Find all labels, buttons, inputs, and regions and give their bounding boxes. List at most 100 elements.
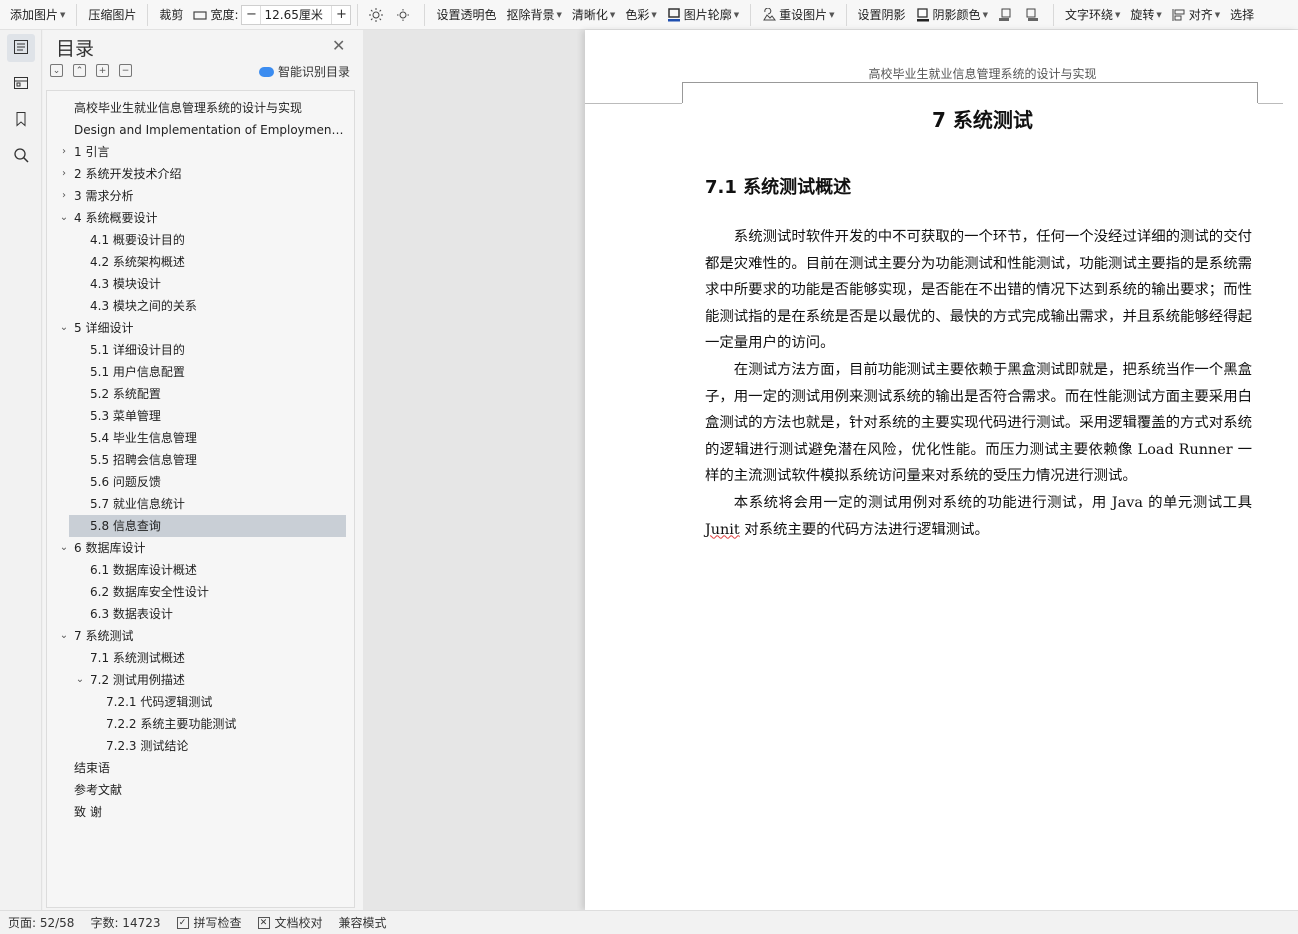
toc-item[interactable]: 4.3 模块设计: [47, 273, 354, 295]
toc-item[interactable]: 5.4 毕业生信息管理: [47, 427, 354, 449]
toc-item[interactable]: 6.1 数据库设计概述: [47, 559, 354, 581]
toc-item[interactable]: 5.5 招聘会信息管理: [47, 449, 354, 471]
doc-proof-button[interactable]: ✕ 文档校对: [250, 914, 331, 931]
reset-image-button[interactable]: 重设图片 ▼: [757, 4, 839, 26]
toc-item[interactable]: 5.2 系统配置: [47, 383, 354, 405]
color-button[interactable]: 色彩 ▼: [620, 4, 661, 26]
toc-item[interactable]: Design and Implementation of Employment.…: [47, 119, 354, 141]
crop-label: 裁剪: [159, 8, 184, 22]
width-increase-button[interactable]: +: [332, 6, 350, 24]
toc-item-label: 致 谢: [74, 805, 102, 819]
toc-item[interactable]: ⌄ 7.2 测试用例描述: [47, 669, 354, 691]
toc-item[interactable]: 5.7 就业信息统计: [47, 493, 354, 515]
sharpen-button[interactable]: 清晰化 ▼: [567, 4, 620, 26]
toc-item[interactable]: › 2 系统开发技术介绍: [47, 163, 354, 185]
color-label: 色彩: [625, 8, 650, 22]
toc-item[interactable]: 4.1 概要设计目的: [47, 229, 354, 251]
chevron-right-icon[interactable]: ›: [58, 163, 70, 185]
paragraph-text: 对系统主要的代码方法进行逻辑测试。: [739, 521, 989, 538]
toc-item[interactable]: 5.1 用户信息配置: [47, 361, 354, 383]
toc-item[interactable]: 5.6 问题反馈: [47, 471, 354, 493]
toc-item[interactable]: ⌄ 7 系统测试: [47, 625, 354, 647]
set-shadow-button[interactable]: 设置阴影: [853, 4, 911, 26]
toc-item-label: 7.2.3 测试结论: [106, 739, 189, 753]
toc-item[interactable]: 7.2.3 测试结论: [47, 735, 354, 757]
toc-item[interactable]: 参考文献: [47, 779, 354, 801]
add-image-button[interactable]: 添加图片 ▼: [0, 4, 70, 26]
set-transparent-button[interactable]: 设置透明色: [431, 4, 501, 26]
margin-mark-left: [585, 103, 682, 104]
select-button[interactable]: 选择: [1225, 4, 1259, 26]
toc-item-label: 5.1 用户信息配置: [90, 365, 185, 379]
toc-item[interactable]: 4.2 系统架构概述: [47, 251, 354, 273]
toc-item-label: 结束语: [74, 761, 111, 775]
spell-check-toggle[interactable]: ✓ 拼写检查: [169, 914, 250, 931]
expand-all-icon[interactable]: ⌄: [50, 64, 63, 77]
outline-panel-button[interactable]: [7, 34, 35, 62]
brightness-increase-button[interactable]: [364, 4, 391, 26]
page-indicator[interactable]: 页面: 52/58: [0, 914, 82, 931]
chevron-right-icon[interactable]: ›: [58, 141, 70, 163]
toc-item[interactable]: 6.2 数据库安全性设计: [47, 581, 354, 603]
document-page[interactable]: 高校毕业生就业信息管理系统的设计与实现 7 系统测试 7.1 系统测试概述 系统…: [585, 30, 1298, 910]
smart-identify-label: 智能识别目录: [278, 65, 351, 79]
search-panel-button[interactable]: [7, 142, 35, 170]
chevron-down-icon[interactable]: ⌄: [58, 537, 70, 559]
width-input[interactable]: 12.65厘米: [260, 5, 333, 24]
word-count[interactable]: 字数: 14723: [82, 914, 168, 931]
toc-item[interactable]: 7.1 系统测试概述: [47, 647, 354, 669]
collapse-all-icon[interactable]: ⌃: [73, 64, 86, 77]
spelling-error-word[interactable]: Junit: [705, 522, 740, 538]
chevron-down-icon: ▼: [609, 10, 616, 19]
divider: [1052, 3, 1054, 26]
toc-item-label: Design and Implementation of Employment.…: [74, 123, 347, 137]
text-wrap-button[interactable]: 文字环绕 ▼: [1060, 4, 1125, 26]
toc-item[interactable]: 4.3 模块之间的关系: [47, 295, 354, 317]
crop-button[interactable]: 裁剪: [154, 4, 188, 26]
chevron-down-icon[interactable]: ⌄: [74, 669, 86, 691]
toc-item[interactable]: 5.8 信息查询: [69, 515, 346, 537]
compress-image-button[interactable]: 压缩图片: [83, 4, 141, 26]
toc-item[interactable]: 5.3 菜单管理: [47, 405, 354, 427]
sharpen-label: 清晰化: [571, 8, 608, 22]
shadow-offset-down-button[interactable]: [1020, 4, 1047, 26]
shadow-color-button[interactable]: 阴影颜色 ▼: [911, 4, 993, 26]
toc-item[interactable]: 结束语: [47, 757, 354, 779]
bookmark-panel-button[interactable]: [7, 106, 35, 134]
page-header: 高校毕业生就业信息管理系统的设计与实现: [868, 67, 1097, 81]
remove-heading-icon[interactable]: −: [119, 64, 132, 77]
chevron-down-icon[interactable]: ⌄: [58, 207, 70, 229]
close-icon[interactable]: ✕: [332, 36, 345, 55]
toc-item[interactable]: 5.1 详细设计目的: [47, 339, 354, 361]
toc-item[interactable]: › 3 需求分析: [47, 185, 354, 207]
toc-item[interactable]: 致 谢: [47, 801, 354, 823]
remove-background-button[interactable]: 抠除背景 ▼: [502, 4, 567, 26]
paragraph: 系统测试时软件开发的中不可获取的一个环节，任何一个没经过详细的测试的交付都是灾难…: [705, 229, 1252, 352]
toc-item[interactable]: 7.2.2 系统主要功能测试: [47, 713, 354, 735]
toc-toolbar: ⌄ ⌃ + −: [50, 64, 132, 77]
toc-item[interactable]: 6.3 数据表设计: [47, 603, 354, 625]
toc-item[interactable]: 7.2.1 代码逻辑测试: [47, 691, 354, 713]
chevron-right-icon[interactable]: ›: [58, 185, 70, 207]
checkbox-icon: ✓: [176, 916, 189, 929]
rotate-button[interactable]: 旋转 ▼: [1125, 4, 1166, 26]
smart-identify-toc-button[interactable]: 智能识别目录: [259, 63, 350, 80]
toc-item[interactable]: › 1 引言: [47, 141, 354, 163]
align-button[interactable]: 对齐 ▼: [1167, 4, 1225, 26]
brightness-decrease-button[interactable]: [391, 4, 418, 26]
image-outline-button[interactable]: 图片轮廓 ▼: [662, 4, 744, 26]
shadow-offset-left-button[interactable]: [993, 4, 1020, 26]
toc-item[interactable]: ⌄ 4 系统概要设计: [47, 207, 354, 229]
toc-item[interactable]: ⌄ 5 详细设计: [47, 317, 354, 339]
toc-item[interactable]: 高校毕业生就业信息管理系统的设计与实现: [47, 97, 354, 119]
navigation-tree-button[interactable]: [7, 70, 35, 98]
width-icon: [193, 8, 208, 22]
toc-item[interactable]: ⌄ 6 数据库设计: [47, 537, 354, 559]
toc-item-label: 5.7 就业信息统计: [90, 497, 185, 511]
cloud-icon: [259, 66, 274, 77]
chevron-down-icon[interactable]: ⌄: [58, 625, 70, 647]
add-heading-icon[interactable]: +: [96, 64, 109, 77]
chevron-down-icon[interactable]: ⌄: [58, 317, 70, 339]
toc-item-label: 6.1 数据库设计概述: [90, 563, 197, 577]
width-decrease-button[interactable]: −: [242, 6, 260, 24]
